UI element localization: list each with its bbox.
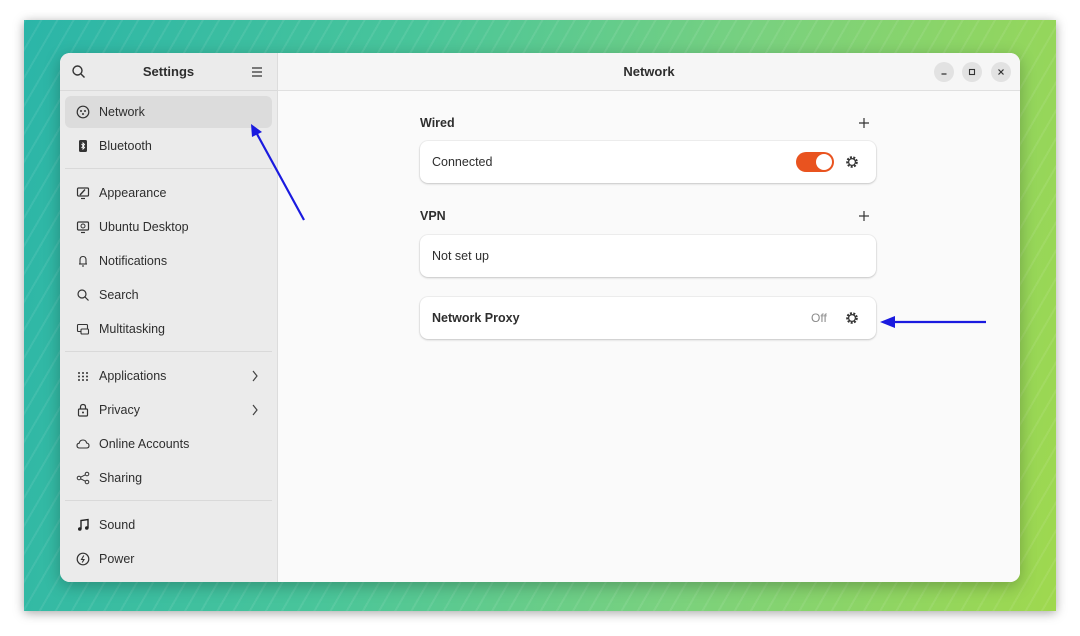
sidebar-item-label: Ubuntu Desktop — [99, 220, 189, 234]
divider — [65, 168, 272, 169]
main-header: Network — [278, 53, 1020, 91]
sidebar-item-label: Applications — [99, 369, 167, 383]
wired-status: Connected — [432, 155, 493, 169]
sidebar-item-label: Multitasking — [99, 322, 165, 336]
sidebar-item-label: Power — [99, 552, 135, 566]
network-proxy-label: Network Proxy — [432, 311, 520, 325]
sidebar-item-network[interactable]: Network — [65, 96, 272, 128]
close-button[interactable] — [991, 62, 1011, 82]
sidebar-header: Settings — [60, 53, 277, 91]
search-icon — [75, 288, 90, 303]
power-icon — [75, 552, 90, 567]
music-note-icon — [75, 518, 90, 533]
sidebar-item-notifications[interactable]: Notifications — [65, 245, 272, 277]
minimize-button[interactable] — [934, 62, 954, 82]
wired-settings-gear-icon[interactable] — [845, 155, 859, 169]
sidebar-item-label: Sharing — [99, 471, 143, 485]
appearance-icon — [75, 186, 90, 201]
main-panel: Network Wired Connected VPN Not set up N… — [278, 53, 1020, 582]
minimize-icon — [941, 73, 947, 75]
grid-icon — [75, 369, 90, 384]
network-proxy-value: Off — [811, 311, 827, 325]
divider — [65, 500, 272, 501]
network-proxy-row[interactable]: Network Proxy Off — [420, 297, 876, 339]
sidebar-item-label: Search — [99, 288, 139, 302]
sidebar-item-power[interactable]: Power — [65, 543, 272, 575]
sidebar-item-label: Online Accounts — [99, 437, 190, 451]
wired-toggle[interactable] — [796, 152, 834, 172]
sidebar-item-online-accounts[interactable]: Online Accounts — [65, 428, 272, 460]
wired-connection-row: Connected — [420, 141, 876, 183]
hamburger-menu-icon[interactable] — [249, 63, 265, 81]
sidebar-item-label: Bluetooth — [99, 139, 152, 153]
sidebar-item-multitasking[interactable]: Multitasking — [65, 313, 272, 345]
lock-icon — [75, 403, 90, 418]
toggle-knob — [816, 154, 832, 170]
ubuntu-desktop-icon — [75, 220, 90, 235]
maximize-icon — [968, 68, 976, 76]
sidebar-title: Settings — [142, 64, 195, 79]
divider — [65, 351, 272, 352]
sidebar-item-ubuntu-desktop[interactable]: Ubuntu Desktop — [65, 211, 272, 243]
sidebar-item-appearance[interactable]: Appearance — [65, 177, 272, 209]
sidebar-item-label: Network — [99, 105, 145, 119]
page-title: Network — [623, 64, 675, 79]
share-icon — [75, 471, 90, 486]
bluetooth-icon — [75, 139, 90, 154]
sidebar-item-bluetooth[interactable]: Bluetooth — [65, 130, 272, 162]
sidebar-item-label: Privacy — [99, 403, 140, 417]
vpn-section-title: VPN — [420, 209, 446, 223]
bell-icon — [75, 254, 90, 269]
sidebar-item-label: Sound — [99, 518, 136, 532]
sidebar: Settings Network Bluetooth Appearance Ub… — [60, 53, 278, 582]
settings-window: Settings Network Bluetooth Appearance Ub… — [60, 53, 1020, 582]
close-icon — [998, 69, 1004, 75]
maximize-button[interactable] — [962, 62, 982, 82]
sidebar-item-applications[interactable]: Applications — [65, 360, 272, 392]
proxy-settings-gear-icon[interactable] — [845, 311, 859, 325]
chevron-right-icon — [252, 370, 258, 382]
wired-section-title: Wired — [420, 116, 455, 130]
sidebar-item-sharing[interactable]: Sharing — [65, 462, 272, 494]
sidebar-item-privacy[interactable]: Privacy — [65, 394, 272, 426]
cloud-icon — [75, 437, 90, 452]
sidebar-item-sound[interactable]: Sound — [65, 509, 272, 541]
network-icon — [75, 105, 90, 120]
chevron-right-icon — [252, 404, 258, 416]
vpn-status: Not set up — [432, 249, 489, 263]
add-wired-button[interactable] — [857, 116, 871, 130]
sidebar-item-label: Notifications — [99, 254, 168, 268]
sidebar-item-search[interactable]: Search — [65, 279, 272, 311]
multitasking-icon — [75, 322, 90, 337]
sidebar-item-label: Appearance — [99, 186, 167, 200]
add-vpn-button[interactable] — [857, 209, 871, 223]
search-icon[interactable] — [70, 63, 88, 81]
sidebar-nav: Network Bluetooth Appearance Ubuntu Desk — [60, 91, 277, 582]
vpn-row: Not set up — [420, 235, 876, 277]
